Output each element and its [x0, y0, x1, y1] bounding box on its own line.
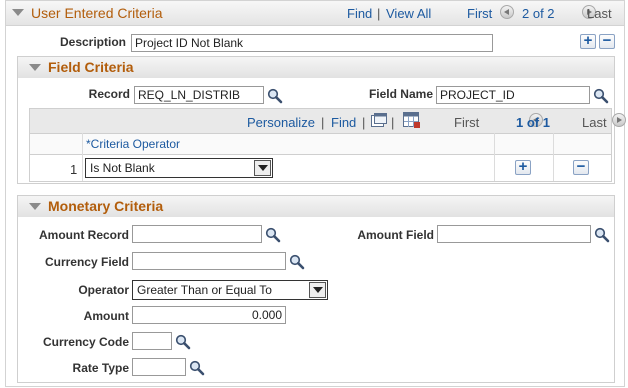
record-input[interactable]: REQ_LN_DISTRIB	[134, 86, 264, 104]
collapse-triangle-icon[interactable]	[12, 9, 24, 16]
grid-delete-row-button[interactable]: −	[573, 159, 589, 175]
delete-row-button[interactable]: −	[599, 33, 615, 49]
criteria-operator-value: Is Not Blank	[90, 161, 155, 175]
description-input[interactable]: Project ID Not Blank	[131, 34, 493, 52]
grid-page-info: 1 of 1	[516, 115, 550, 130]
add-row-button[interactable]: +	[580, 33, 596, 49]
column-divider	[494, 133, 495, 181]
download-spreadsheet-icon[interactable]	[403, 112, 421, 129]
grid-add-row-button[interactable]: +	[515, 159, 531, 175]
monetary-criteria-title: Monetary Criteria	[48, 198, 164, 214]
chevron-down-icon[interactable]	[254, 160, 271, 176]
separator: |	[377, 6, 381, 21]
currency-code-input[interactable]	[132, 332, 172, 350]
first-link[interactable]: First	[467, 6, 492, 21]
find-link[interactable]: Find	[347, 6, 372, 21]
amount-field-lookup-icon[interactable]	[594, 227, 610, 243]
record-lookup-icon[interactable]	[267, 88, 283, 104]
operator-value: Greater Than or Equal To	[137, 283, 272, 297]
rate-type-lookup-icon[interactable]	[189, 360, 205, 376]
currency-code-label: Currency Code	[42, 335, 129, 349]
amount-record-label: Amount Record	[39, 228, 129, 242]
criteria-operator-column-header[interactable]: *Criteria Operator	[86, 137, 180, 151]
section-title: User Entered Criteria	[31, 5, 163, 21]
personalize-link[interactable]: Personalize	[247, 115, 315, 130]
column-divider	[553, 133, 554, 181]
amount-input[interactable]: 0.000	[132, 306, 286, 324]
operator-select[interactable]: Greater Than or Equal To	[132, 280, 328, 300]
description-label: Description	[59, 35, 126, 49]
grid-find-link[interactable]: Find	[331, 115, 356, 130]
field-name-lookup-icon[interactable]	[593, 88, 609, 104]
criteria-operator-select[interactable]: Is Not Blank	[85, 158, 273, 178]
amount-record-input[interactable]	[132, 225, 262, 243]
last-label: Last	[587, 6, 612, 21]
separator: |	[321, 115, 325, 130]
view-all-link[interactable]: View All	[386, 6, 431, 21]
field-name-label: Field Name	[368, 87, 433, 101]
record-label: Record	[88, 87, 130, 101]
operator-label: Operator	[78, 283, 129, 297]
page-info: 2 of 2	[522, 6, 555, 21]
collapse-triangle-icon[interactable]	[29, 203, 41, 210]
amount-record-lookup-icon[interactable]	[265, 227, 281, 243]
column-divider	[82, 133, 83, 181]
grid-next-arrow-icon[interactable]	[612, 113, 627, 127]
currency-code-lookup-icon[interactable]	[175, 334, 191, 350]
row-number: 1	[70, 162, 78, 177]
field-criteria-title: Field Criteria	[48, 59, 134, 75]
rate-type-label: Rate Type	[72, 361, 129, 375]
currency-field-input[interactable]	[132, 252, 286, 270]
collapse-triangle-icon[interactable]	[29, 64, 41, 71]
separator: |	[362, 115, 366, 130]
previous-arrow-icon[interactable]	[500, 5, 514, 19]
field-name-input[interactable]: PROJECT_ID	[436, 86, 590, 104]
separator: |	[391, 115, 395, 130]
currency-field-lookup-icon[interactable]	[289, 254, 305, 270]
amount-field-label: Amount Field	[357, 228, 434, 242]
view-all-window-icon[interactable]	[371, 113, 387, 127]
grid-last-label: Last	[582, 115, 607, 130]
currency-field-label: Currency Field	[44, 255, 129, 269]
chevron-down-icon[interactable]	[309, 282, 326, 298]
amount-label: Amount	[83, 309, 129, 323]
amount-field-input[interactable]	[437, 225, 591, 243]
rate-type-input[interactable]	[132, 358, 186, 376]
grid-first-label: First	[454, 115, 480, 130]
